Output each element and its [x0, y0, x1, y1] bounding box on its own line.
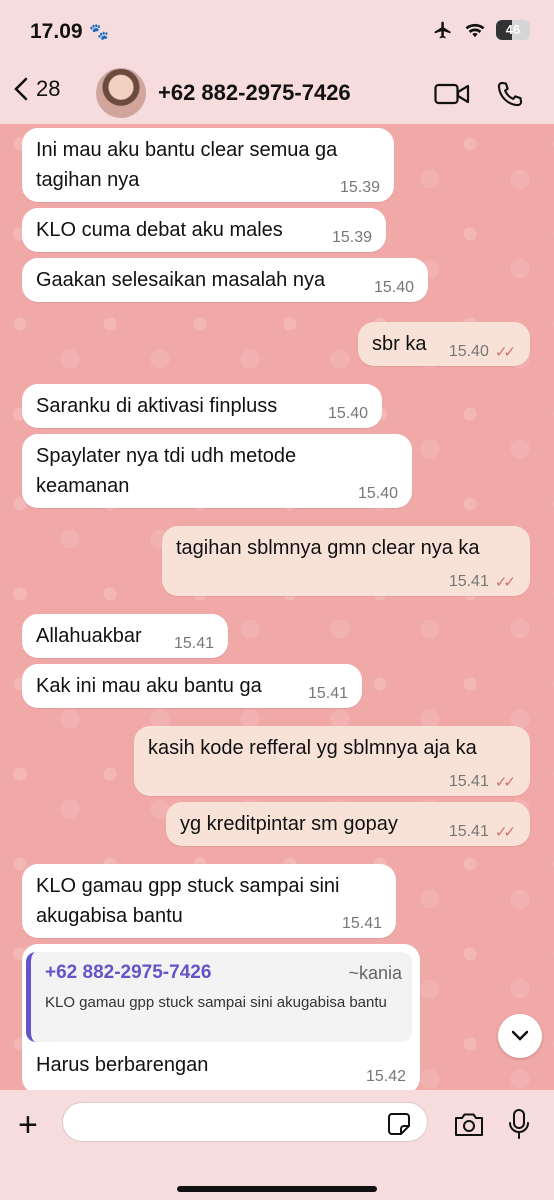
- read-receipt-icon: ✓✓: [494, 824, 516, 841]
- message-bubble[interactable]: yg kreditpintar sm gopay 15.41 ✓✓: [166, 802, 530, 846]
- message-input[interactable]: [62, 1102, 428, 1142]
- unread-count: 28: [36, 76, 61, 101]
- message-time: 15.41: [448, 823, 489, 840]
- camera-icon[interactable]: [453, 1112, 485, 1138]
- composer-bar: +: [0, 1090, 554, 1200]
- quoted-sender: +62 882-2975-7426: [45, 962, 212, 983]
- message-bubble[interactable]: KLO cuma debat aku males 15.39: [22, 208, 386, 252]
- status-icons: 46: [432, 20, 530, 40]
- message-text: KLO gamau gpp stuck sampai sini akugabis…: [36, 875, 340, 927]
- back-chevron-icon: [14, 77, 28, 101]
- status-time: 17.09: [30, 20, 83, 43]
- video-call-icon[interactable]: [434, 82, 470, 106]
- message-time: 15.41: [341, 915, 382, 932]
- message-bubble[interactable]: KLO gamau gpp stuck sampai sini akugabis…: [22, 864, 396, 938]
- chevron-down-icon: [511, 1030, 529, 1041]
- message-text: Harus berbarengan: [36, 1054, 209, 1076]
- message-time: 15.41: [173, 635, 214, 652]
- message-time: 15.39: [339, 179, 380, 196]
- chat-header: 28 +62 882-2975-7426: [0, 64, 554, 125]
- message-time: 15.40: [448, 343, 489, 360]
- chat-area[interactable]: Ini mau aku bantu clear semua ga tagihan…: [0, 124, 554, 1090]
- mic-icon[interactable]: [507, 1108, 531, 1142]
- message-bubble[interactable]: Ini mau aku bantu clear semua ga tagihan…: [22, 128, 394, 202]
- message-bubble[interactable]: kasih kode refferal yg sblmnya aja ka 15…: [134, 726, 530, 796]
- home-indicator: [177, 1186, 377, 1192]
- battery-level: 46: [505, 22, 521, 37]
- read-receipt-icon: ✓✓: [494, 344, 516, 361]
- paw-icon: 🐾: [89, 24, 109, 41]
- read-receipt-icon: ✓✓: [494, 774, 516, 791]
- message-text: Gaakan selesaikan masalah nya: [36, 269, 326, 291]
- sticker-icon[interactable]: [387, 1112, 411, 1136]
- battery-icon: 46: [496, 20, 530, 40]
- quoted-message[interactable]: +62 882-2975-7426 ~kania KLO gamau gpp s…: [26, 952, 412, 1042]
- message-bubble[interactable]: Gaakan selesaikan masalah nya 15.40: [22, 258, 428, 302]
- quoted-text: KLO gamau gpp stuck sampai sini akugabis…: [45, 994, 387, 1011]
- message-bubble[interactable]: Spaylater nya tdi udh metode keamanan 15…: [22, 434, 412, 508]
- reply-message-bubble[interactable]: +62 882-2975-7426 ~kania KLO gamau gpp s…: [22, 944, 420, 1090]
- message-bubble[interactable]: tagihan sblmnya gmn clear nya ka 15.41 ✓✓: [162, 526, 530, 596]
- message-time: 15.42: [365, 1068, 406, 1085]
- message-bubble[interactable]: sbr ka 15.40 ✓✓: [358, 322, 530, 366]
- message-time: 15.40: [357, 485, 398, 502]
- status-bar: 17.09 🐾 46: [0, 0, 554, 64]
- message-bubble[interactable]: Saranku di aktivasi finpluss 15.40: [22, 384, 382, 428]
- message-text: tagihan sblmnya gmn clear nya ka: [176, 537, 480, 559]
- message-time: 15.39: [331, 229, 372, 246]
- phone-icon[interactable]: [496, 80, 524, 108]
- scroll-to-bottom-button[interactable]: [498, 1014, 542, 1058]
- header-actions: [434, 80, 524, 108]
- wifi-icon: [465, 23, 485, 38]
- back-button[interactable]: 28: [14, 76, 60, 102]
- message-text: Ini mau aku bantu clear semua ga tagihan…: [36, 139, 338, 191]
- avatar[interactable]: [96, 68, 146, 118]
- message-time: 15.40: [327, 405, 368, 422]
- message-text: kasih kode refferal yg sblmnya aja ka: [148, 737, 477, 759]
- message-bubble[interactable]: Allahuakbar 15.41: [22, 614, 228, 658]
- message-time: 15.41: [448, 773, 489, 790]
- read-receipt-icon: ✓✓: [494, 574, 516, 591]
- plus-icon[interactable]: +: [18, 1108, 38, 1142]
- message-time: 15.41: [307, 685, 348, 702]
- message-time: 15.40: [373, 279, 414, 296]
- airplane-icon: [434, 21, 451, 39]
- quoted-alias: ~kania: [348, 963, 402, 983]
- message-bubble[interactable]: Kak ini mau aku bantu ga 15.41: [22, 664, 362, 708]
- message-text: Spaylater nya tdi udh metode keamanan: [36, 445, 297, 497]
- contact-name[interactable]: +62 882-2975-7426: [158, 80, 351, 106]
- message-time: 15.41: [448, 573, 489, 590]
